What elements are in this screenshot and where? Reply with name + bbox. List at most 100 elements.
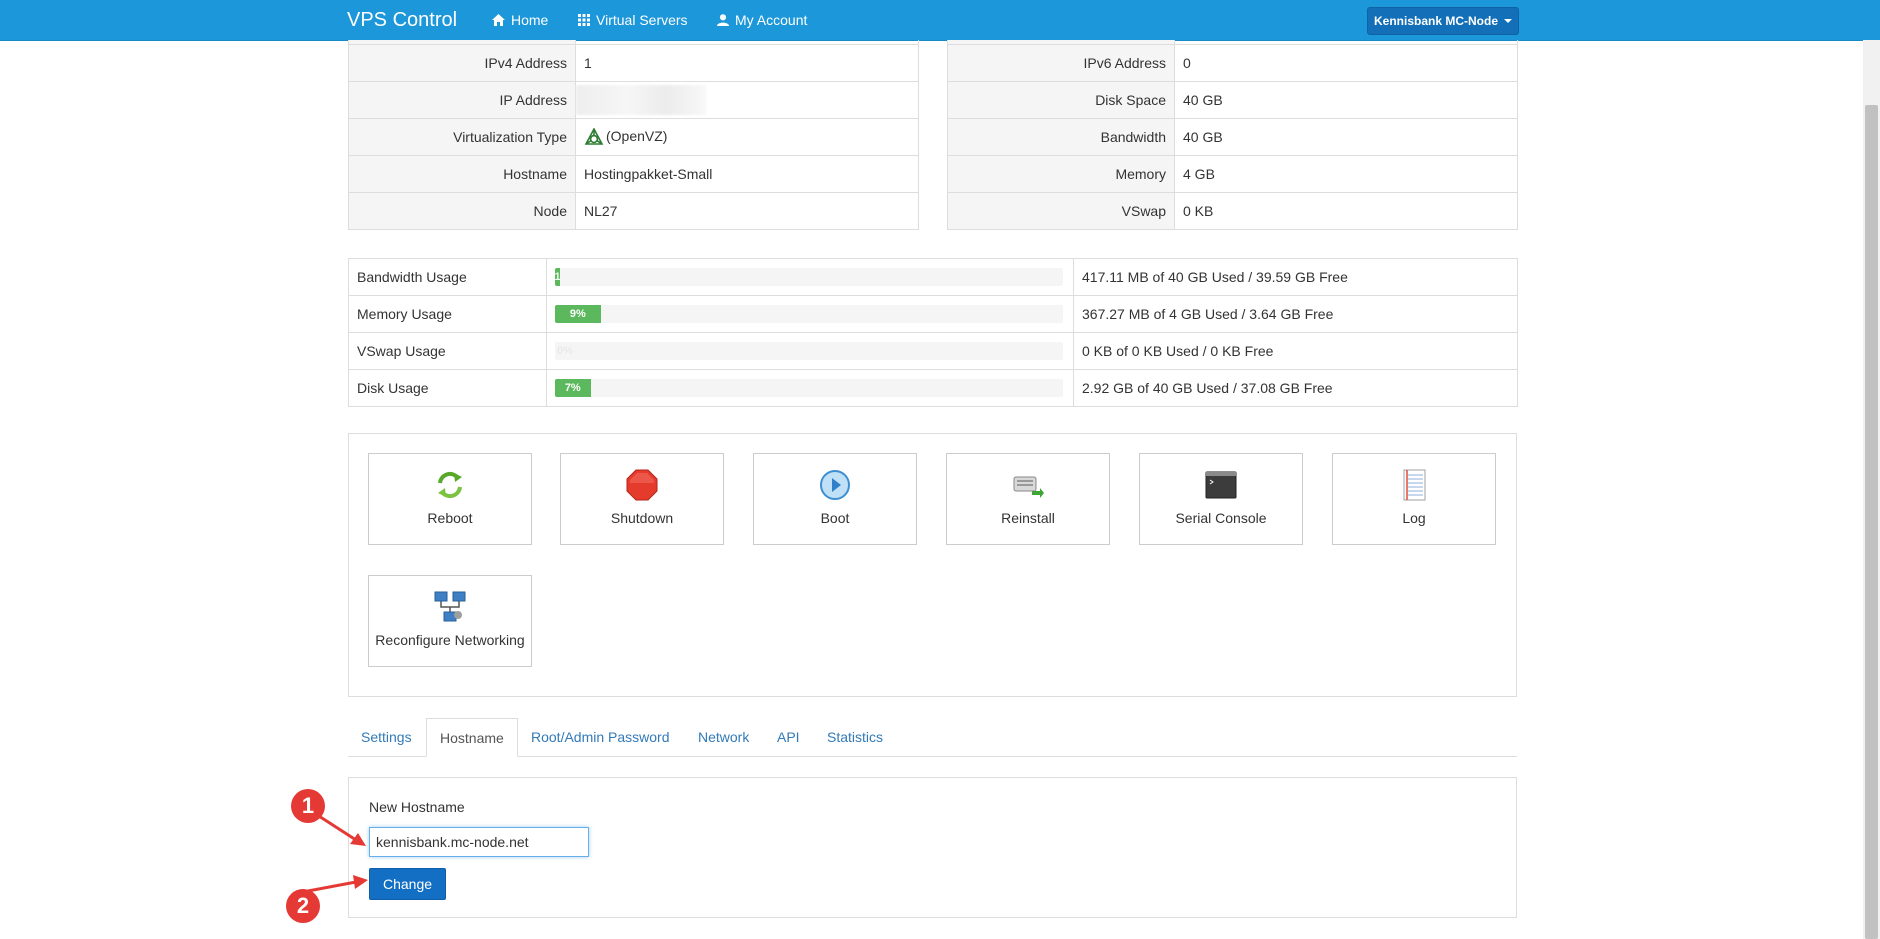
- reboot-button[interactable]: Reboot: [368, 453, 532, 545]
- info-label: IP Address: [348, 81, 576, 119]
- info-value: NL27: [575, 192, 919, 230]
- info-value: 0: [1174, 44, 1518, 82]
- usage-progress-fill: 0%: [557, 345, 573, 357]
- change-button[interactable]: Change: [369, 868, 446, 900]
- virtualization-type-value: (OpenVZ): [606, 127, 668, 144]
- info-value: 1: [575, 44, 919, 82]
- usage-label: Bandwidth Usage: [348, 258, 547, 296]
- log-label: Log: [1402, 510, 1426, 526]
- nav-my-account[interactable]: My Account: [717, 12, 807, 28]
- info-label: Virtualization Type: [348, 118, 576, 156]
- usage-progress-fill: 9%: [555, 305, 601, 323]
- reinstall-button[interactable]: Reinstall: [946, 453, 1110, 545]
- tab-hostname[interactable]: Hostname: [426, 718, 518, 757]
- usage-detail: 417.11 MB of 40 GB Used / 39.59 GB Free: [1073, 258, 1518, 296]
- usage-label: Memory Usage: [348, 295, 547, 333]
- info-value: (OpenVZ): [575, 118, 919, 156]
- tab-statistics[interactable]: Statistics: [814, 718, 896, 756]
- server-info-table-left: IPv4 Address 1 IP Address Virtualization…: [348, 40, 919, 230]
- resource-usage-table: Bandwidth Usage 1 417.11 MB of 40 GB Use…: [348, 258, 1518, 407]
- info-label: VSwap: [947, 192, 1175, 230]
- top-navbar: VPS Control Home Virtual Servers My Acco…: [0, 0, 1880, 41]
- caret-down-icon: [1504, 19, 1512, 23]
- boot-icon: [818, 468, 852, 502]
- usage-progress-bar: 9%: [555, 305, 1063, 323]
- info-value: 0 KB: [1174, 192, 1518, 230]
- info-label: Hostname: [348, 155, 576, 193]
- usage-progress-bar: 1: [555, 268, 1063, 286]
- info-row: VSwap 0 KB: [947, 192, 1518, 230]
- annotation-badge-1: 1: [291, 789, 325, 823]
- tab-settings[interactable]: Settings: [348, 718, 425, 756]
- serial-console-label: Serial Console: [1175, 510, 1267, 526]
- info-value: 40 GB: [1174, 81, 1518, 119]
- boot-label: Boot: [820, 510, 850, 526]
- info-label: IPv6 Address: [947, 44, 1175, 82]
- usage-label: Disk Usage: [348, 369, 547, 407]
- tab-root-admin-password[interactable]: Root/Admin Password: [518, 718, 683, 756]
- usage-row: Memory Usage 9% 367.27 MB of 4 GB Used /…: [348, 295, 1518, 333]
- grid-icon: [578, 14, 590, 26]
- usage-label: VSwap Usage: [348, 332, 547, 370]
- info-row: IPv4 Address 1: [348, 44, 919, 82]
- nav-virtual-servers[interactable]: Virtual Servers: [578, 12, 688, 28]
- info-row: IP Address: [348, 81, 919, 119]
- info-row: IPv6 Address 0: [947, 44, 1518, 82]
- info-row: Hostname Hostingpakket-Small: [348, 155, 919, 193]
- usage-row: VSwap Usage 0% 0 KB of 0 KB Used / 0 KB …: [348, 332, 1518, 370]
- nav-virtual-servers-label: Virtual Servers: [596, 12, 688, 28]
- usage-row: Disk Usage 7% 2.92 GB of 40 GB Used / 37…: [348, 369, 1518, 407]
- usage-detail: 0 KB of 0 KB Used / 0 KB Free: [1073, 332, 1518, 370]
- info-row: Bandwidth 40 GB: [947, 118, 1518, 156]
- usage-progress-fill: 7%: [555, 379, 591, 397]
- info-label: IPv4 Address: [348, 44, 576, 82]
- shutdown-label: Shutdown: [610, 510, 674, 526]
- info-value: 4 GB: [1174, 155, 1518, 193]
- shutdown-icon: [625, 468, 659, 502]
- info-label: Node: [348, 192, 576, 230]
- reconfigure-networking-label: Reconfigure Networking: [375, 632, 525, 648]
- info-label: Disk Space: [947, 81, 1175, 119]
- usage-row: Bandwidth Usage 1 417.11 MB of 40 GB Use…: [348, 258, 1518, 296]
- usage-detail: 2.92 GB of 40 GB Used / 37.08 GB Free: [1073, 369, 1518, 407]
- server-tabs: Settings Hostname Root/Admin Password Ne…: [348, 718, 1517, 757]
- home-icon: [492, 14, 505, 26]
- reinstall-label: Reinstall: [1001, 510, 1055, 526]
- info-value: [575, 81, 919, 119]
- reboot-label: Reboot: [427, 510, 473, 526]
- info-row: Disk Space 40 GB: [947, 81, 1518, 119]
- log-button[interactable]: Log: [1332, 453, 1496, 545]
- info-row: Memory 4 GB: [947, 155, 1518, 193]
- info-row: Virtualization Type (OpenVZ): [348, 118, 919, 156]
- info-label: Memory: [947, 155, 1175, 193]
- boot-button[interactable]: Boot: [753, 453, 917, 545]
- user-menu-dropdown[interactable]: Kennisbank MC-Node: [1367, 7, 1519, 35]
- new-hostname-label: New Hostname: [369, 799, 465, 815]
- ip-address-redacted: [576, 85, 706, 115]
- info-label: Bandwidth: [947, 118, 1175, 156]
- reconfigure-networking-button[interactable]: Reconfigure Networking: [368, 575, 532, 667]
- log-icon: [1397, 468, 1431, 502]
- usage-progress-bar: 0%: [555, 342, 1063, 360]
- usage-detail: 367.27 MB of 4 GB Used / 3.64 GB Free: [1073, 295, 1518, 333]
- nav-home[interactable]: Home: [492, 12, 548, 28]
- usage-progress-fill: 1: [555, 268, 560, 286]
- network-icon: [433, 590, 467, 624]
- user-menu-label: Kennisbank MC-Node: [1373, 14, 1498, 28]
- tab-network[interactable]: Network: [685, 718, 762, 756]
- shutdown-button[interactable]: Shutdown: [560, 453, 724, 545]
- server-info-table-right: IPv6 Address 0 Disk Space 40 GB Bandwidt…: [947, 40, 1518, 230]
- info-value: 40 GB: [1174, 118, 1518, 156]
- user-icon: [717, 14, 729, 26]
- openvz-icon: [584, 128, 604, 145]
- brand-logo[interactable]: VPS Control: [347, 9, 457, 32]
- usage-progress-bar: 7%: [555, 379, 1063, 397]
- nav-home-label: Home: [511, 12, 549, 28]
- reboot-icon: [433, 468, 467, 502]
- tab-api[interactable]: API: [764, 718, 813, 756]
- info-row: Node NL27: [348, 192, 919, 230]
- new-hostname-input[interactable]: [369, 827, 589, 857]
- annotation-badge-2: 2: [286, 889, 320, 923]
- scrollbar-thumb[interactable]: [1865, 105, 1878, 939]
- serial-console-button[interactable]: Serial Console: [1139, 453, 1303, 545]
